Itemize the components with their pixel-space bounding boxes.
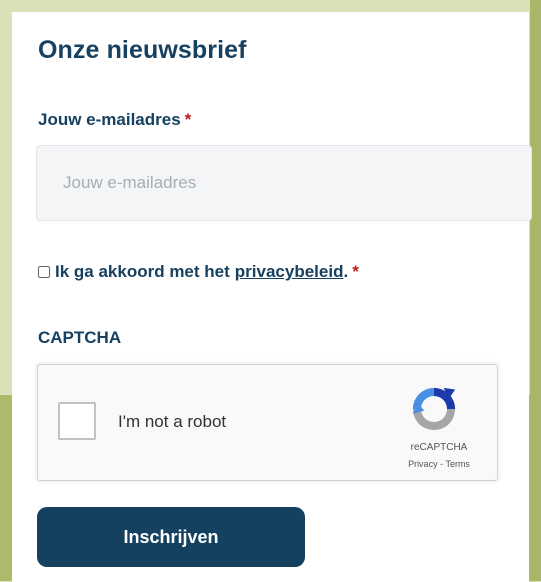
email-required-marker: * (184, 110, 192, 129)
newsletter-card: Onze nieuwsbrief Jouw e-mailadres* Ik ga… (12, 12, 532, 582)
email-label-text: Jouw e-mailadres (38, 110, 181, 129)
consent-checkbox[interactable] (38, 266, 50, 278)
newsletter-title: Onze nieuwsbrief (38, 36, 247, 64)
recaptcha-checkbox-label: I'm not a robot (118, 412, 227, 431)
privacy-policy-link[interactable]: privacybeleid (235, 262, 344, 282)
subscribe-button[interactable]: Inschrijven (37, 507, 305, 567)
consent-text: Ik ga akkoord met het (55, 262, 230, 281)
email-input[interactable] (36, 145, 532, 221)
recaptcha-logo-icon (412, 387, 456, 431)
recaptcha-terms-link[interactable]: Terms (445, 459, 470, 469)
recaptcha-links-separator: - (440, 459, 444, 469)
recaptcha-links: Privacy - Terms (394, 459, 484, 469)
recaptcha-privacy-link[interactable]: Privacy (408, 459, 438, 469)
email-label: Jouw e-mailadres * (38, 110, 191, 130)
background-right-strip (530, 0, 541, 581)
consent-period: . (343, 262, 349, 281)
consent-required-marker: * (352, 262, 359, 281)
consent-row[interactable]: Ik ga akkoord met het privacybeleid. * (38, 262, 359, 282)
recaptcha-brand: reCAPTCHA (410, 442, 468, 453)
captcha-label: CAPTCHA (38, 328, 122, 347)
recaptcha-widget: I'm not a robot reCAPTCHA Privacy - Term… (37, 364, 498, 481)
recaptcha-checkbox[interactable] (58, 402, 96, 440)
